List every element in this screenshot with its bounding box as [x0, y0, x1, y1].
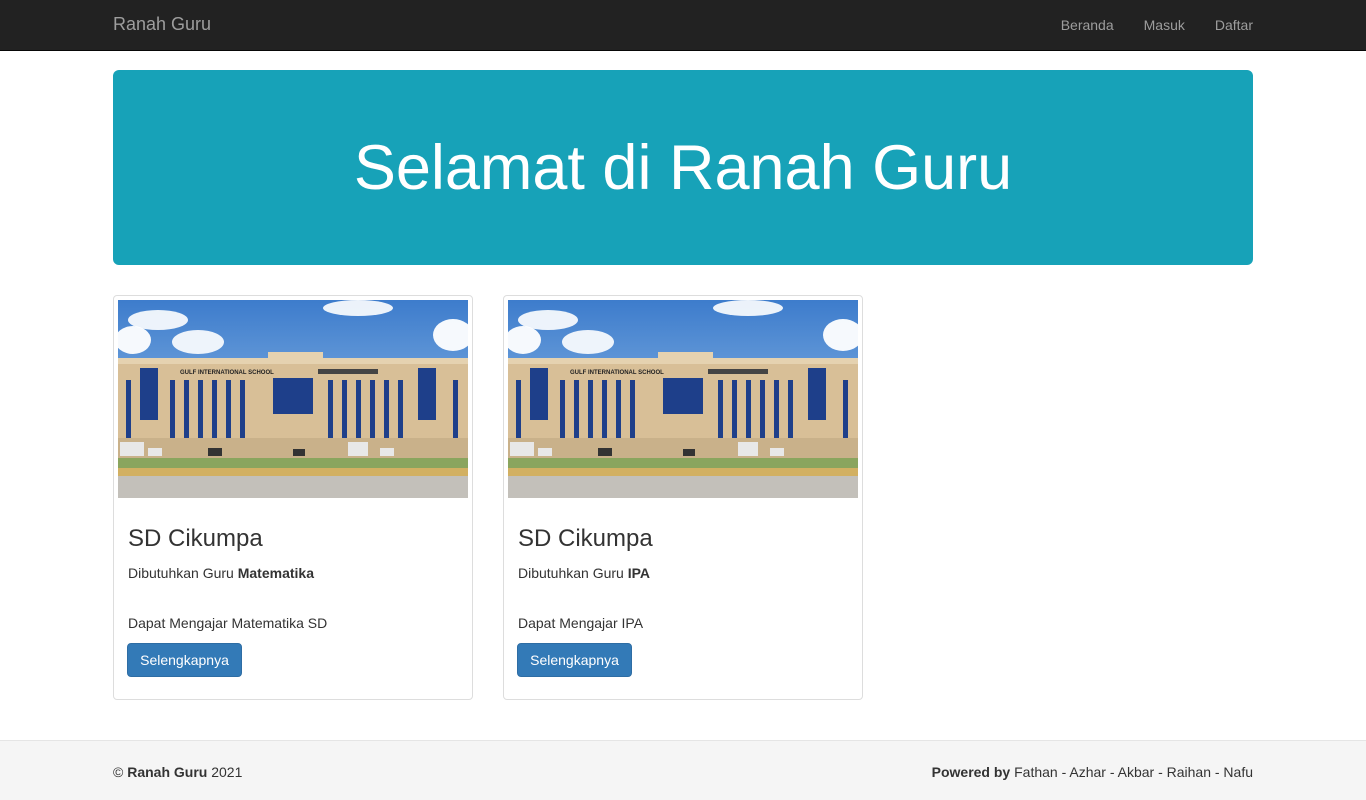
job-card: GULF INTERNATIONAL SCHOOL SD Cikumpa Dib…	[113, 295, 473, 700]
subject-name: Matematika	[237, 565, 314, 581]
job-description: Dapat Mengajar Matematika SD	[128, 615, 328, 631]
nav-link-masuk[interactable]: Masuk	[1144, 17, 1185, 33]
nav-link-daftar[interactable]: Daftar	[1215, 17, 1253, 33]
nav-link-beranda[interactable]: Beranda	[1061, 17, 1114, 33]
page-footer: © Ranah Guru 2021 Powered by Fathan - Az…	[0, 740, 1366, 800]
job-card: GULF INTERNATIONAL SCHOOL SD Cikumpa Dib…	[503, 295, 863, 700]
powered-by-label: Powered by	[931, 764, 1011, 780]
subject-name: IPA	[627, 565, 651, 581]
school-image: GULF INTERNATIONAL SCHOOL	[508, 300, 858, 498]
selengkapnya-button[interactable]: Selengkapnya	[517, 643, 632, 677]
school-name: SD Cikumpa	[518, 525, 653, 552]
navbar-links: Beranda Masuk Daftar	[1031, 0, 1253, 50]
teacher-need: Dibutuhkan Guru IPA	[518, 565, 651, 581]
svg-text:GULF INTERNATIONAL SCHOOL: GULF INTERNATIONAL SCHOOL	[570, 370, 664, 376]
footer-brand: Ranah Guru	[127, 764, 208, 780]
welcome-title: Selamat di Ranah Guru	[353, 132, 1013, 203]
footer-credits: Powered by Fathan - Azhar - Akbar - Raih…	[932, 764, 1253, 780]
top-navbar: Ranah Guru Beranda Masuk Daftar	[0, 0, 1366, 51]
footer-copyright: © Ranah Guru 2021	[113, 764, 243, 780]
school-name: SD Cikumpa	[128, 525, 263, 552]
navbar-brand[interactable]: Ranah Guru	[113, 14, 211, 35]
school-image: GULF INTERNATIONAL SCHOOL	[118, 300, 468, 498]
svg-text:GULF INTERNATIONAL SCHOOL: GULF INTERNATIONAL SCHOOL	[180, 370, 274, 376]
teacher-need: Dibutuhkan Guru Matematika	[128, 565, 314, 581]
welcome-jumbotron: Selamat di Ranah Guru	[113, 70, 1253, 265]
author-list: Fathan - Azhar - Akbar - Raihan - Nafu	[1014, 764, 1253, 780]
job-description: Dapat Mengajar IPA	[518, 615, 644, 631]
selengkapnya-button[interactable]: Selengkapnya	[127, 643, 242, 677]
